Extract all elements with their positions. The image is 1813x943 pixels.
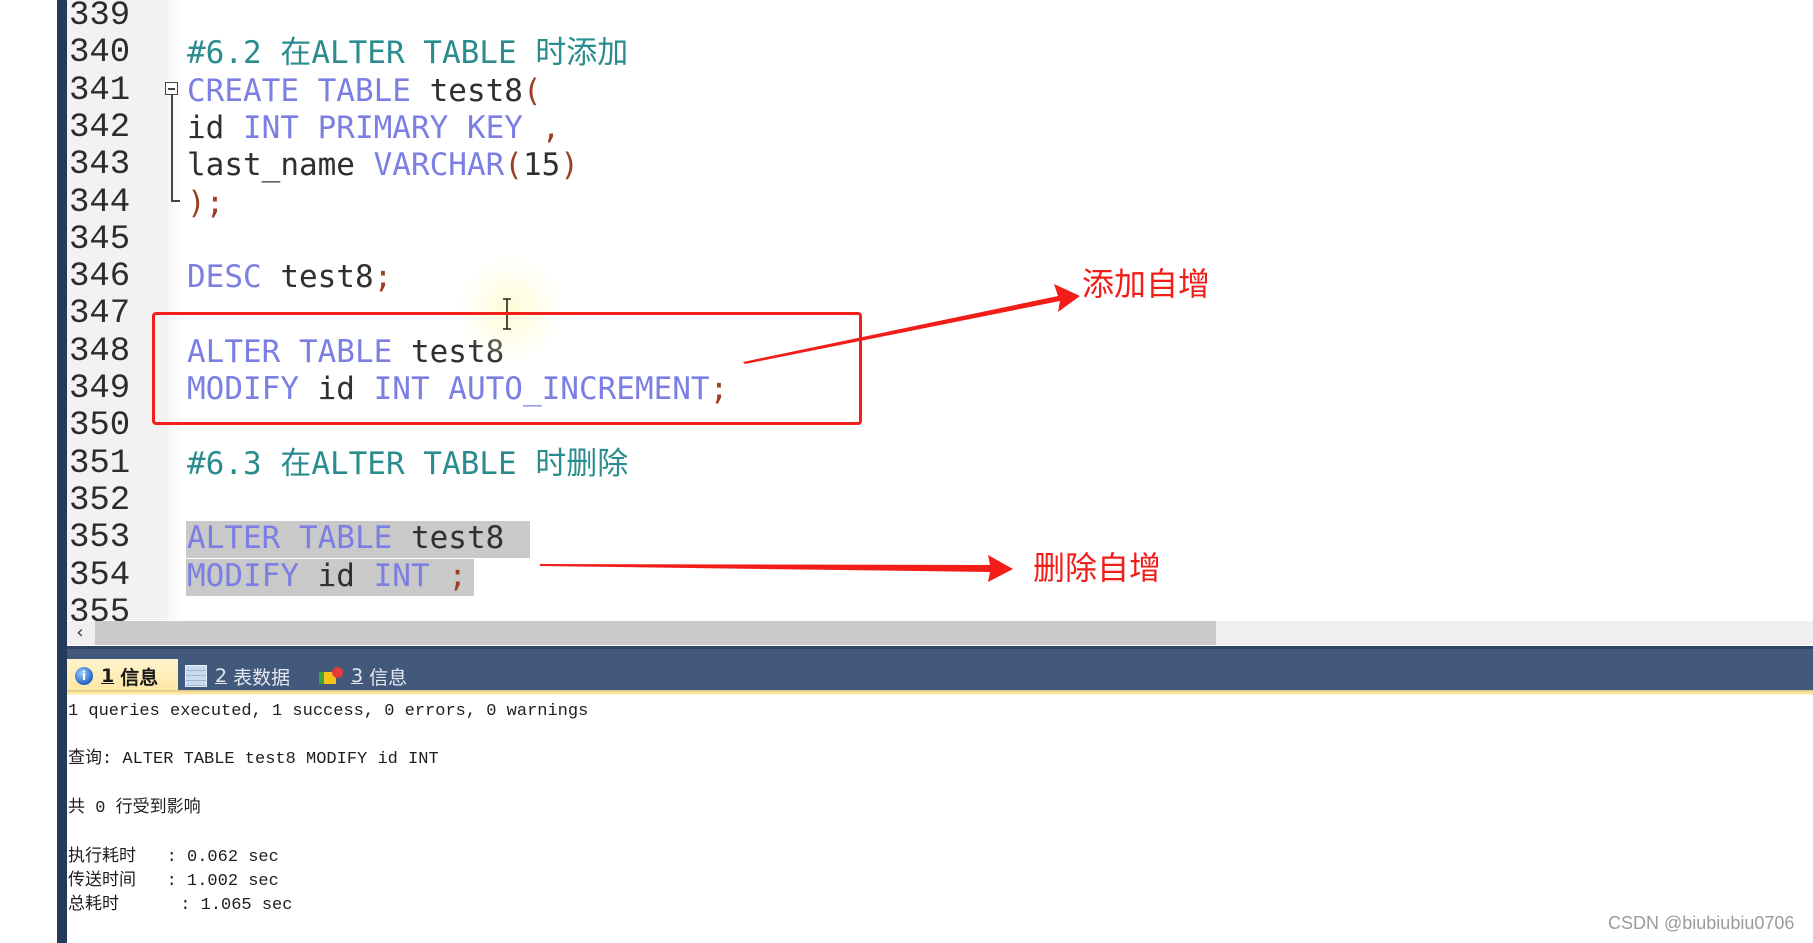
- code-line[interactable]: ALTER TABLE test8: [187, 520, 523, 557]
- sql-editor[interactable]: 339 340 #6.2 在ALTER TABLE 时添加 341 CREATE TAB…: [67, 0, 1813, 631]
- code-token-id: id: [298, 557, 355, 594]
- code-token-id: test8: [410, 72, 523, 109]
- annotation-remove-auto-increment: 删除自增: [1033, 549, 1162, 587]
- scrollbar-thumb[interactable]: [95, 621, 1216, 645]
- line-number: 347: [69, 295, 131, 334]
- line-number: 354: [69, 556, 131, 595]
- code-line[interactable]: #6.2 在ALTER TABLE 时添加: [187, 35, 628, 72]
- line-number: 341: [69, 71, 131, 110]
- line-number: 344: [69, 183, 131, 222]
- line-number: 343: [69, 146, 131, 185]
- tab-table-data[interactable]: 2 表数据: [185, 659, 290, 693]
- code-line[interactable]: MODIFY id INT ;: [187, 558, 467, 595]
- output-exec-time: 执行耗时 : 0.062 sec: [68, 848, 279, 867]
- code-token-kw: VARCHAR: [354, 147, 505, 184]
- code-token-kw: INT: [354, 557, 430, 594]
- fold-guide-line: [171, 95, 173, 201]
- code-token-kw: MODIFY: [187, 557, 299, 594]
- tab-number: 1: [101, 665, 115, 687]
- code-token-id: test8: [261, 259, 374, 296]
- code-line[interactable]: last_name VARCHAR(15): [187, 147, 579, 184]
- code-token-punc: ;: [373, 259, 393, 296]
- line-number: 353: [69, 519, 131, 558]
- code-token-punc: ;: [429, 557, 467, 594]
- code-token-id: [504, 520, 523, 556]
- code-token-id: 15: [522, 147, 561, 184]
- line-number: 351: [69, 444, 131, 483]
- watermark: CSDN @biubiubiu0706: [1608, 913, 1795, 933]
- output-transfer-time: 传送时间 : 1.002 sec: [68, 872, 279, 891]
- window-left-border: [57, 0, 67, 943]
- code-line[interactable]: DESC test8;: [187, 259, 392, 296]
- tab-label: 信息: [120, 666, 159, 689]
- output-summary: 1 queries executed, 1 success, 0 errors,…: [68, 702, 589, 721]
- info-icon: [75, 667, 93, 685]
- scroll-left-button[interactable]: ‹: [67, 621, 93, 645]
- code-token-comment: #6.3 在ALTER TABLE 时删除: [187, 445, 629, 482]
- code-line[interactable]: #6.3 在ALTER TABLE 时删除: [187, 446, 628, 483]
- code-token-punc: (: [522, 72, 542, 109]
- output-affected-rows: 共 0 行受到影响: [68, 799, 201, 818]
- tab-number: 2: [215, 665, 228, 687]
- fold-guide-end: [171, 200, 180, 202]
- messages-icon: [319, 666, 345, 686]
- code-token-comment: #6.2 在ALTER TABLE 时添加: [187, 35, 629, 72]
- code-token-kw: CREATE TABLE: [187, 72, 411, 109]
- code-token-punc: ,: [522, 109, 561, 146]
- tab-label: 信息: [369, 666, 408, 689]
- result-tab-bar: 1 信息 2 表数据 3 信息: [67, 646, 1813, 693]
- code-line[interactable]: id INT PRIMARY KEY ,: [187, 110, 560, 147]
- code-token-kw: INT PRIMARY KEY: [224, 109, 523, 146]
- code-token-kw: ALTER TABLE: [187, 520, 393, 557]
- line-number: 352: [69, 481, 131, 520]
- output-panel: 1 queries executed, 1 success, 0 errors,…: [67, 695, 1813, 943]
- line-number: 339: [69, 0, 131, 35]
- code-token-id: test8: [392, 520, 505, 557]
- tab-label: 表数据: [233, 666, 291, 689]
- code-token-punc: (: [504, 147, 523, 184]
- line-number: 340: [69, 34, 131, 73]
- code-token-punc: ): [560, 147, 579, 184]
- code-token-punc: );: [187, 184, 225, 221]
- code-token-id: last_name: [187, 147, 355, 184]
- horizontal-scrollbar[interactable]: ‹: [67, 621, 1813, 645]
- line-number: 350: [69, 407, 131, 446]
- table-grid-icon: [185, 665, 207, 687]
- tab-info-3[interactable]: 3 信息: [319, 659, 407, 693]
- fold-collapse-icon[interactable]: [165, 82, 178, 95]
- code-line[interactable]: CREATE TABLE test8(: [187, 73, 542, 110]
- output-query: 查询: ALTER TABLE test8 MODIFY id INT: [68, 750, 439, 769]
- code-line[interactable]: );: [187, 185, 224, 222]
- tab-info-1[interactable]: 1 信息: [67, 659, 178, 693]
- line-number: 346: [69, 258, 131, 297]
- code-token-id: id: [187, 109, 225, 146]
- highlight-box-add-auto-increment: [152, 312, 862, 425]
- line-number: 348: [69, 332, 131, 371]
- line-number: 345: [69, 220, 131, 259]
- tab-number: 3: [351, 665, 364, 687]
- code-token-kw: DESC: [187, 259, 262, 296]
- output-total-time: 总耗时 : 1.065 sec: [68, 896, 293, 915]
- annotation-add-auto-increment: 添加自增: [1082, 265, 1211, 303]
- line-number: 342: [69, 108, 131, 147]
- line-number: 349: [69, 370, 131, 408]
